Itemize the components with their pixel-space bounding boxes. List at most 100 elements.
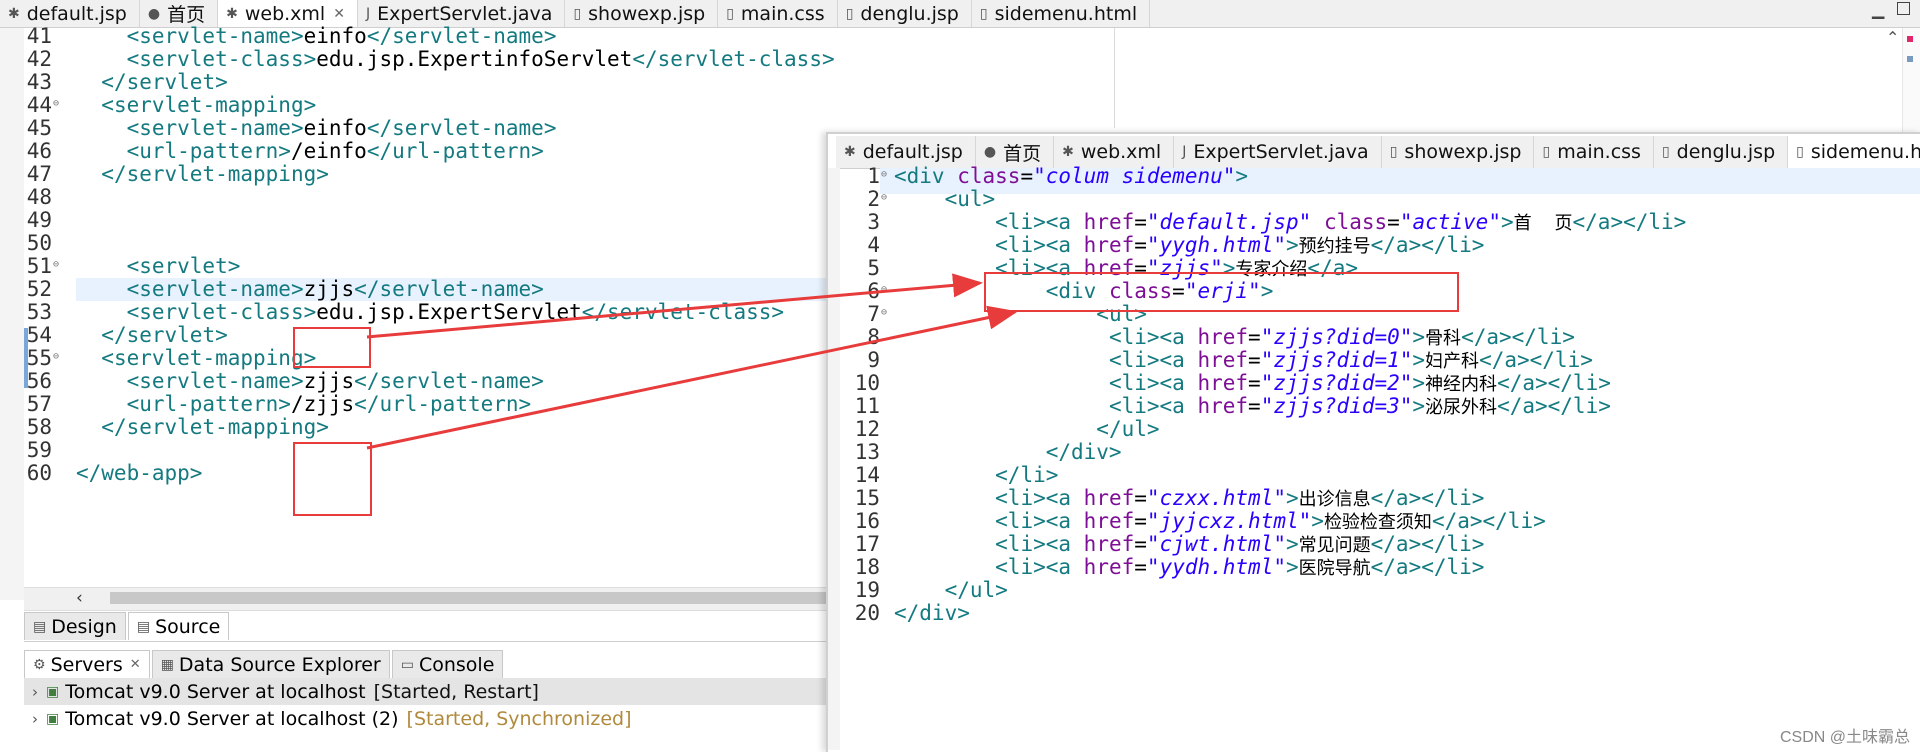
line-number: 52	[26, 277, 52, 301]
code-line[interactable]: 11 <li><a href="zjjs?did=3">泌尿外科</a></li…	[826, 395, 1920, 419]
code-line[interactable]: 15 <li><a href="czxx.html">出诊信息</a></li>	[826, 487, 1920, 511]
tab-[interactable]: ● 首页	[140, 0, 219, 27]
tab-main-css[interactable]: ▯ main.css	[1534, 136, 1654, 168]
tab-label: default.jsp	[862, 141, 963, 163]
scroll-left-icon[interactable]: ‹	[76, 588, 83, 608]
line-number: 9	[867, 348, 880, 372]
code-line[interactable]: 3 <li><a href="default.jsp" class="activ…	[826, 211, 1920, 235]
close-icon[interactable]: ✕	[130, 657, 141, 672]
window-maximize-icon[interactable]	[1897, 2, 1910, 15]
highlight-box-servlet-name	[293, 327, 371, 368]
jsp-file-icon: ▯	[573, 5, 582, 22]
fold-icon[interactable]: ⊖	[881, 163, 887, 186]
line-number: 2	[867, 187, 880, 211]
design-icon: ▤	[33, 618, 47, 635]
code-line[interactable]: 47 </servlet-mapping>	[0, 163, 826, 186]
code-line[interactable]: 54 </servlet>	[0, 324, 826, 347]
code-line[interactable]: 4 <li><a href="yygh.html">预约挂号</a></li>	[826, 234, 1920, 258]
code-line[interactable]: 16 <li><a href="jyjcxz.html">检验检查须知</a><…	[826, 509, 1920, 534]
code-line[interactable]: 55 ⊖ <servlet-mapping>	[0, 347, 826, 370]
expand-icon[interactable]: ›	[32, 683, 38, 701]
code-line[interactable]: 57 <url-pattern>/zjjs</url-pattern>	[0, 393, 826, 416]
web-xml-source[interactable]: 41 <servlet-name>einfo</servlet-name> 42 …	[0, 25, 835, 585]
code-line[interactable]: 45 <servlet-name>einfo</servlet-name>	[0, 117, 826, 140]
scrollbar-thumb[interactable]	[110, 592, 826, 604]
code-line[interactable]: 46 <url-pattern>/einfo</url-pattern>	[0, 140, 826, 163]
code-line[interactable]: 50	[0, 232, 826, 255]
tab-denglu-jsp[interactable]: ▯ denglu.jsp	[838, 0, 972, 27]
tab-label: Source	[155, 615, 221, 638]
tab-label: denglu.jsp	[860, 2, 959, 25]
code-line[interactable]: 10 <li><a href="zjjs?did=2">神经内科</a></li…	[826, 372, 1920, 396]
code-line[interactable]: 58 </servlet-mapping>	[0, 416, 826, 439]
code-line[interactable]: 59	[0, 439, 826, 462]
tab-sidemenu-html[interactable]: ▯ sidemenu.html	[972, 0, 1151, 27]
line-number: 17	[854, 532, 880, 556]
code-line[interactable]: 48	[0, 186, 826, 209]
editor-mode-tabs: ▤ Design ▤ Source	[24, 612, 231, 640]
fold-icon[interactable]: ⊖	[881, 301, 887, 324]
tab-console[interactable]: ▭ Console	[391, 650, 504, 678]
code-line[interactable]: 14 </li>	[826, 464, 1920, 487]
xml-file-icon: ✱	[8, 5, 20, 22]
close-icon[interactable]: ✕	[333, 6, 345, 22]
line-number: 43	[26, 70, 52, 94]
fold-icon[interactable]: ⊖	[53, 345, 59, 368]
code-line[interactable]: 13 </div>	[826, 441, 1920, 464]
css-file-icon: ▯	[726, 5, 734, 22]
tab-denglu-jsp[interactable]: ▯ denglu.jsp	[1654, 136, 1789, 168]
code-line[interactable]: 56 <servlet-name>zjjs</servlet-name>	[0, 370, 826, 393]
fold-icon[interactable]: ⊖	[881, 186, 887, 209]
window-minimize-icon[interactable]: ▁	[1872, 0, 1884, 19]
tab-servers[interactable]: ⚙ Servers ✕	[24, 650, 150, 678]
code-line[interactable]: 44 ⊖ <servlet-mapping>	[0, 94, 826, 117]
tab-default-jsp[interactable]: ✱ default.jsp	[0, 0, 140, 27]
server-name: Tomcat v9.0 Server at localhost	[65, 680, 366, 703]
code-line[interactable]: 43 </servlet>	[0, 71, 826, 94]
sidemenu-html-source[interactable]: 1 ⊖ <div class="colum sidemenu"> 2 ⊖ <ul> 3 <…	[826, 165, 1920, 745]
tab-design[interactable]: ▤ Design	[24, 612, 126, 640]
line-number: 58	[26, 415, 52, 439]
code-text: <servlet>	[126, 254, 241, 278]
tab-source[interactable]: ▤ Source	[127, 612, 230, 640]
code-text: </servlet-mapping>	[101, 162, 329, 186]
code-line[interactable]: 49	[0, 209, 826, 232]
code-line[interactable]: 9 <li><a href="zjjs?did=1">妇产科</a></li>	[826, 348, 1920, 373]
code-text: <servlet-name>zjjs</servlet-name>	[126, 369, 544, 393]
line-number: 16	[854, 509, 880, 533]
highlight-box-mapping	[293, 442, 372, 516]
line-number: 42	[26, 47, 52, 71]
fold-icon[interactable]: ⊖	[881, 278, 887, 301]
server-row[interactable]: › ▣ Tomcat v9.0 Server at localhost (2) [St…	[24, 705, 826, 732]
code-line[interactable]: 1 ⊖ <div class="colum sidemenu">	[826, 165, 1920, 188]
tab-label: main.css	[1557, 141, 1641, 163]
code-text: <li><a href="jyjcxz.html">检验检查须知</a></li…	[995, 509, 1546, 534]
tab-data-source-explorer[interactable]: ▦ Data Source Explorer	[151, 650, 390, 678]
code-line[interactable]: 18 <li><a href="yydh.html">医院导航</a></li>	[826, 556, 1920, 580]
line-number: 47	[26, 162, 52, 186]
code-line[interactable]: 8 <li><a href="zjjs?did=0">骨科</a></li>	[826, 326, 1920, 350]
tab-sidemenu-ht[interactable]: ▯ sidemenu.ht	[1788, 136, 1920, 168]
tab-expertservlet-java[interactable]: J ExpertServlet.java	[358, 0, 566, 27]
line-number: 53	[26, 300, 52, 324]
tab-web-xml[interactable]: ✱ web.xml ✕	[218, 0, 358, 27]
expand-icon[interactable]: ›	[32, 710, 38, 728]
code-line[interactable]: 52 <servlet-name>zjjs</servlet-name>	[27, 278, 826, 301]
code-line[interactable]: 20 </div>	[826, 602, 1920, 625]
tab-showexp-jsp[interactable]: ▯ showexp.jsp	[565, 0, 719, 27]
server-row[interactable]: › ▣ Tomcat v9.0 Server at localhost [Starte…	[24, 678, 826, 705]
code-line[interactable]: 41 <servlet-name>einfo</servlet-name>	[0, 25, 826, 48]
code-line[interactable]: 51 ⊖ <servlet>	[0, 255, 826, 278]
code-line[interactable]: 60 </web-app>	[0, 462, 826, 485]
tab-main-css[interactable]: ▯ main.css	[718, 0, 838, 27]
code-line[interactable]: 2 ⊖ <ul>	[826, 188, 1920, 211]
scroll-up-icon[interactable]: ⌃	[1886, 28, 1899, 47]
fold-icon[interactable]: ⊖	[53, 253, 59, 276]
code-line[interactable]: 19 </ul>	[826, 579, 1920, 602]
code-line[interactable]: 12 </ul>	[826, 418, 1920, 441]
code-line[interactable]: 53 <servlet-class>edu.jsp.ExpertServlet<…	[0, 301, 826, 324]
code-line[interactable]: 42 <servlet-class>edu.jsp.ExpertinfoServ…	[0, 47, 835, 71]
fold-icon[interactable]: ⊖	[53, 92, 59, 115]
tab-showexp-jsp[interactable]: ▯ showexp.jsp	[1382, 136, 1535, 168]
code-line[interactable]: 17 <li><a href="cjwt.html">常见问题</a></li>	[826, 532, 1920, 557]
